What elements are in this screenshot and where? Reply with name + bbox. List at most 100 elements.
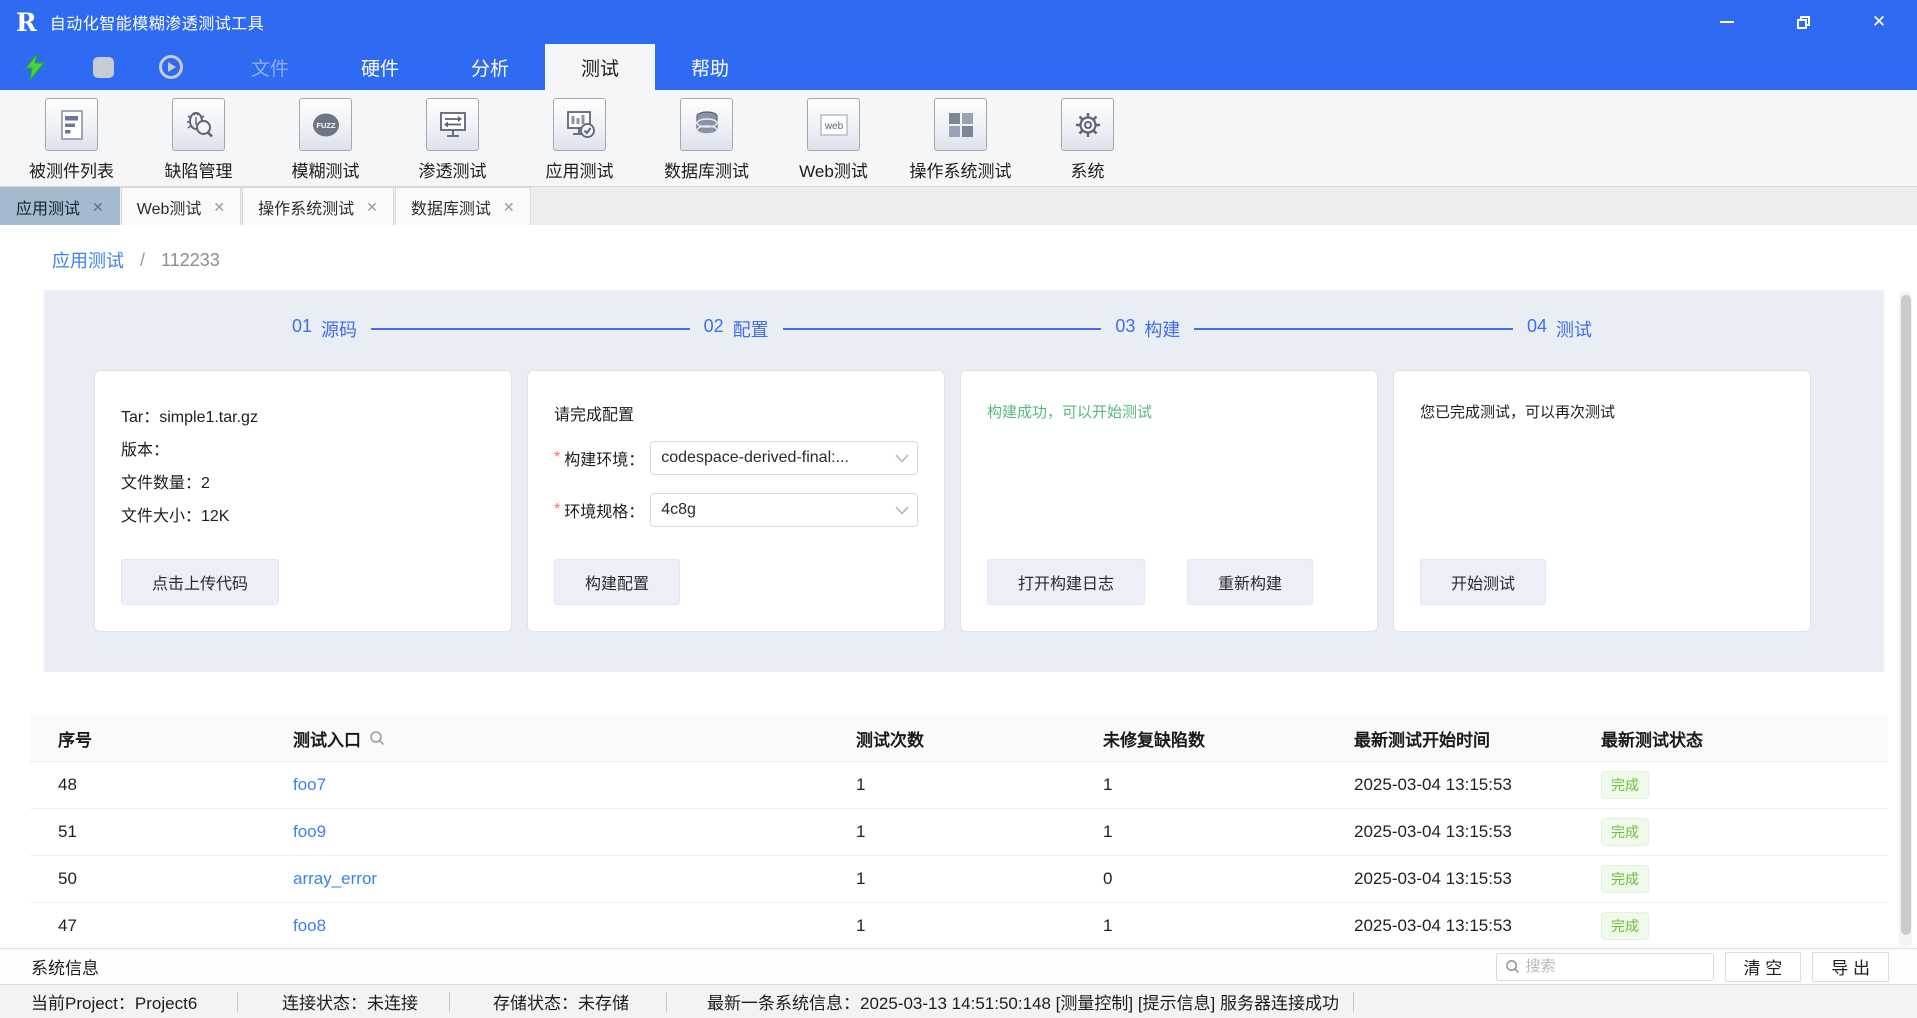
entry-link[interactable]: foo9	[293, 822, 326, 842]
clear-button[interactable]: 清 空	[1725, 952, 1802, 982]
start-test-button[interactable]: 开始测试	[1420, 559, 1546, 605]
menu-bar: 文件 硬件 分析 测试 帮助	[0, 44, 1917, 90]
tab-label: 应用测试	[16, 195, 80, 219]
required-mark: *	[554, 449, 560, 467]
dut-list-icon	[45, 98, 98, 151]
table-header-row: 序号 测试入口 测试次数 未修复缺陷数 最新测试开始时间 最新测试状态	[30, 715, 1888, 762]
status-badge: 完成	[1601, 771, 1649, 799]
vertical-scrollbar	[1899, 291, 1912, 947]
entry-link[interactable]: foo7	[293, 775, 326, 795]
env-spec-label: 环境规格：	[564, 498, 644, 522]
toolbar-defect-management[interactable]: 缺陷管理	[135, 98, 262, 186]
os-test-icon	[934, 98, 987, 151]
minimize-button[interactable]	[1689, 0, 1765, 44]
tab-app-test[interactable]: 应用测试 ✕	[0, 187, 120, 225]
toolbar-label: 被测件列表	[29, 157, 114, 182]
toolbar-web-test[interactable]: web Web测试	[770, 98, 897, 186]
search-icon	[1505, 959, 1520, 974]
export-button[interactable]: 导 出	[1812, 952, 1889, 982]
env-spec-field: * 环境规格： 4c8g	[554, 493, 918, 527]
search-input[interactable]	[1526, 958, 1705, 975]
toolbar-os-test[interactable]: 操作系统测试	[897, 98, 1024, 186]
menu-item-help[interactable]: 帮助	[655, 44, 765, 90]
svg-text:web: web	[823, 121, 843, 132]
tab-close-icon[interactable]: ✕	[366, 200, 378, 214]
toolbar-system[interactable]: 系统	[1024, 98, 1151, 186]
current-project: 当前Project：Project6	[31, 989, 237, 1014]
row-defects: 1	[1103, 822, 1354, 842]
storage-status: 存储状态：未存储	[450, 989, 666, 1014]
build-env-select[interactable]: codespace-derived-final:...	[650, 441, 918, 475]
env-spec-value: 4c8g	[661, 501, 895, 519]
toolbar-label: 操作系统测试	[910, 157, 1012, 182]
toolbar-label: 缺陷管理	[165, 157, 233, 182]
row-start-time: 2025-03-04 13:15:53	[1354, 916, 1601, 936]
breadcrumb-current: 112233	[161, 250, 220, 271]
header-entry: 测试入口	[293, 726, 856, 751]
table-row: 48 foo7 1 1 2025-03-04 13:15:53 完成	[30, 762, 1888, 809]
row-runs: 1	[856, 869, 1103, 889]
test-entry-table: 序号 测试入口 测试次数 未修复缺陷数 最新测试开始时间 最新测试状态 48 f…	[30, 715, 1888, 948]
restart-icon[interactable]	[158, 54, 184, 80]
build-env-field: * 构建环境： codespace-derived-final:...	[554, 441, 918, 475]
app-window: R 自动化智能模糊渗透测试工具 ✕ 文件 硬件	[0, 0, 1917, 1018]
tab-label: 操作系统测试	[258, 195, 354, 219]
tab-bar: 应用测试 ✕ Web测试 ✕ 操作系统测试 ✕ 数据库测试 ✕	[0, 187, 1917, 225]
log-search-box[interactable]	[1496, 953, 1714, 981]
entry-link[interactable]: foo8	[293, 916, 326, 936]
svg-text:FUZZ: FUZZ	[316, 121, 336, 130]
fuzz-test-icon: FUZZ	[299, 98, 352, 151]
pentest-icon	[426, 98, 479, 151]
build-env-value: codespace-derived-final:...	[661, 449, 895, 467]
menu-item-analysis[interactable]: 分析	[435, 44, 545, 90]
row-id: 48	[30, 775, 293, 795]
title-bar: R 自动化智能模糊渗透测试工具 ✕	[0, 0, 1917, 44]
open-build-log-button[interactable]: 打开构建日志	[987, 559, 1145, 605]
menu-item-file[interactable]: 文件	[215, 44, 325, 90]
upload-code-button[interactable]: 点击上传代码	[121, 559, 279, 605]
entry-link[interactable]: array_error	[293, 869, 377, 889]
menu-item-hardware[interactable]: 硬件	[325, 44, 435, 90]
close-icon: ✕	[1872, 12, 1886, 32]
toolbar-database-test[interactable]: 数据库测试	[643, 98, 770, 186]
toolbar-pentest[interactable]: 渗透测试	[389, 98, 516, 186]
scrollbar-thumb[interactable]	[1901, 295, 1911, 935]
chevron-down-icon	[895, 454, 909, 463]
toolbar-app-test[interactable]: 应用测试	[516, 98, 643, 186]
tab-close-icon[interactable]: ✕	[92, 200, 104, 214]
version-info: 版本：	[121, 434, 485, 467]
tab-close-icon[interactable]: ✕	[503, 200, 515, 214]
build-config-button[interactable]: 构建配置	[554, 559, 680, 605]
tab-db-test[interactable]: 数据库测试 ✕	[395, 187, 531, 225]
toolbar-dut-list[interactable]: 被测件列表	[8, 98, 135, 186]
table-row: 47 foo8 1 1 2025-03-04 13:15:53 完成	[30, 903, 1888, 948]
database-test-icon	[680, 98, 733, 151]
search-icon[interactable]	[369, 730, 385, 746]
row-runs: 1	[856, 822, 1103, 842]
stop-icon[interactable]	[90, 54, 116, 80]
menu-items: 文件 硬件 分析 测试 帮助	[215, 44, 765, 90]
main-content: 应用测试 / 112233 01源码 02配置 03构建 04测试	[0, 225, 1917, 948]
tab-close-icon[interactable]: ✕	[213, 200, 225, 214]
close-button[interactable]: ✕	[1841, 0, 1917, 44]
header-status: 最新测试状态	[1601, 726, 1888, 751]
tab-os-test[interactable]: 操作系统测试 ✕	[242, 187, 394, 225]
env-spec-select[interactable]: 4c8g	[650, 493, 918, 527]
steps-row: 01源码 02配置 03构建 04测试	[44, 290, 1884, 342]
tab-web-test[interactable]: Web测试 ✕	[121, 187, 241, 225]
tar-info: Tar：simple1.tar.gz	[121, 401, 485, 434]
menu-item-test[interactable]: 测试	[545, 44, 655, 90]
file-count-info: 文件数量：2	[121, 467, 485, 500]
status-badge: 完成	[1601, 912, 1649, 940]
toolbar-fuzz-test[interactable]: FUZZ 模糊测试	[262, 98, 389, 186]
build-card: 构建成功，可以开始测试 打开构建日志 重新构建	[960, 370, 1378, 632]
breadcrumb-root-link[interactable]: 应用测试	[52, 247, 124, 273]
toolbar-label: 应用测试	[546, 157, 614, 182]
latest-system-message: 最新一条系统信息：2025-03-13 14:51:50:148 [测量控制] …	[667, 989, 1353, 1014]
toolbar-label: 系统	[1071, 157, 1105, 182]
restore-button[interactable]	[1765, 0, 1841, 44]
test-card: 您已完成测试，可以再次测试 开始测试	[1393, 370, 1811, 632]
config-card: 请完成配置 * 构建环境： codespace-derived-final:..…	[527, 370, 945, 632]
run-lightning-icon[interactable]	[22, 54, 48, 80]
rebuild-button[interactable]: 重新构建	[1187, 559, 1313, 605]
